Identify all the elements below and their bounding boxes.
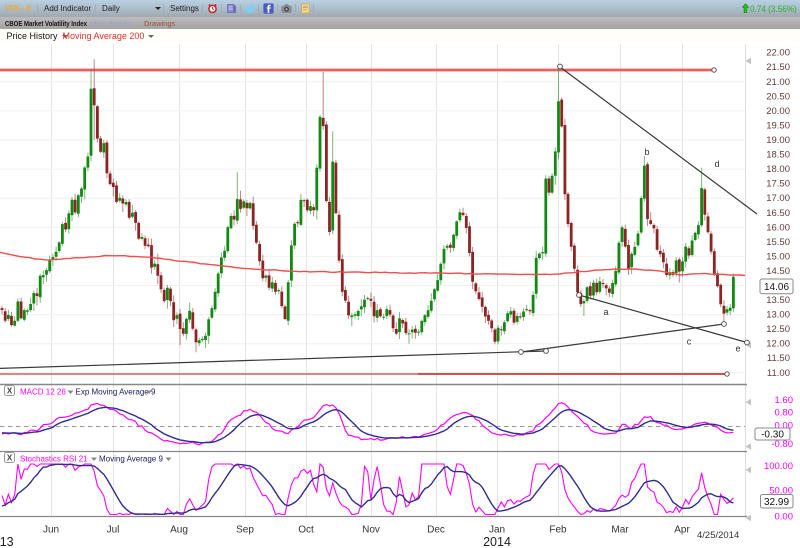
- svg-text:0.80: 0.80: [775, 408, 794, 419]
- svg-text:14.50: 14.50: [766, 266, 790, 277]
- svg-text:16.00: 16.00: [766, 222, 790, 233]
- svg-text:e: e: [735, 344, 740, 354]
- svg-text:Jan: Jan: [489, 525, 505, 536]
- svg-text:15.50: 15.50: [766, 237, 790, 248]
- svg-text:Stochastics RSI 21: Stochastics RSI 21: [20, 454, 88, 463]
- svg-text:100.00: 100.00: [764, 461, 793, 472]
- svg-text:Oct: Oct: [298, 525, 314, 536]
- svg-text:Mar: Mar: [611, 525, 629, 536]
- svg-text:11.50: 11.50: [767, 353, 790, 364]
- svg-text:12.50: 12.50: [766, 324, 790, 335]
- svg-text:19.00: 19.00: [766, 135, 790, 146]
- svg-text:MACD 12 26: MACD 12 26: [20, 387, 66, 396]
- svg-text:13.50: 13.50: [766, 295, 790, 306]
- svg-text:Exp Moving Average 9: Exp Moving Average 9: [76, 387, 156, 396]
- svg-text:32.99: 32.99: [764, 497, 789, 508]
- svg-text:2014: 2014: [483, 535, 511, 548]
- svg-text:c: c: [687, 337, 692, 347]
- svg-text:d: d: [714, 159, 719, 169]
- svg-text:0.00: 0.00: [775, 512, 794, 523]
- svg-text:Apr: Apr: [674, 525, 690, 536]
- svg-text:Jul: Jul: [107, 525, 120, 536]
- svg-text:Aug: Aug: [170, 525, 188, 536]
- svg-text:13.00: 13.00: [766, 310, 790, 321]
- svg-text:Sep: Sep: [236, 525, 254, 536]
- svg-text:11.00: 11.00: [767, 368, 790, 379]
- svg-text:21.50: 21.50: [766, 62, 790, 73]
- svg-text:19.50: 19.50: [766, 120, 790, 131]
- svg-text:Dec: Dec: [427, 525, 445, 536]
- svg-text:18.00: 18.00: [766, 164, 790, 175]
- svg-text:Nov: Nov: [362, 525, 380, 536]
- svg-text:15.00: 15.00: [766, 251, 790, 262]
- svg-text:16.50: 16.50: [766, 208, 790, 219]
- svg-text:4/25/2014: 4/25/2014: [697, 530, 739, 541]
- svg-text:Jun: Jun: [43, 525, 59, 536]
- svg-text:b: b: [644, 147, 649, 157]
- svg-text:Feb: Feb: [549, 525, 567, 536]
- svg-text:Moving Average 9: Moving Average 9: [99, 454, 163, 463]
- svg-text:a: a: [603, 307, 608, 317]
- svg-text:-0.30: -0.30: [761, 430, 784, 441]
- svg-text:22.00: 22.00: [766, 48, 790, 59]
- svg-text:14.06: 14.06: [764, 282, 789, 293]
- svg-text:20.00: 20.00: [766, 106, 790, 117]
- svg-text:21.00: 21.00: [766, 77, 790, 88]
- svg-text:1.60: 1.60: [775, 395, 794, 406]
- svg-text:2013: 2013: [0, 535, 14, 548]
- svg-text:17.00: 17.00: [766, 193, 790, 204]
- svg-text:X: X: [7, 387, 13, 396]
- svg-text:17.50: 17.50: [766, 179, 790, 190]
- svg-text:20.50: 20.50: [766, 91, 790, 102]
- svg-text:18.50: 18.50: [766, 150, 790, 161]
- svg-text:-0.80: -0.80: [771, 439, 793, 450]
- svg-text:X: X: [7, 454, 13, 463]
- svg-text:12.00: 12.00: [766, 339, 790, 350]
